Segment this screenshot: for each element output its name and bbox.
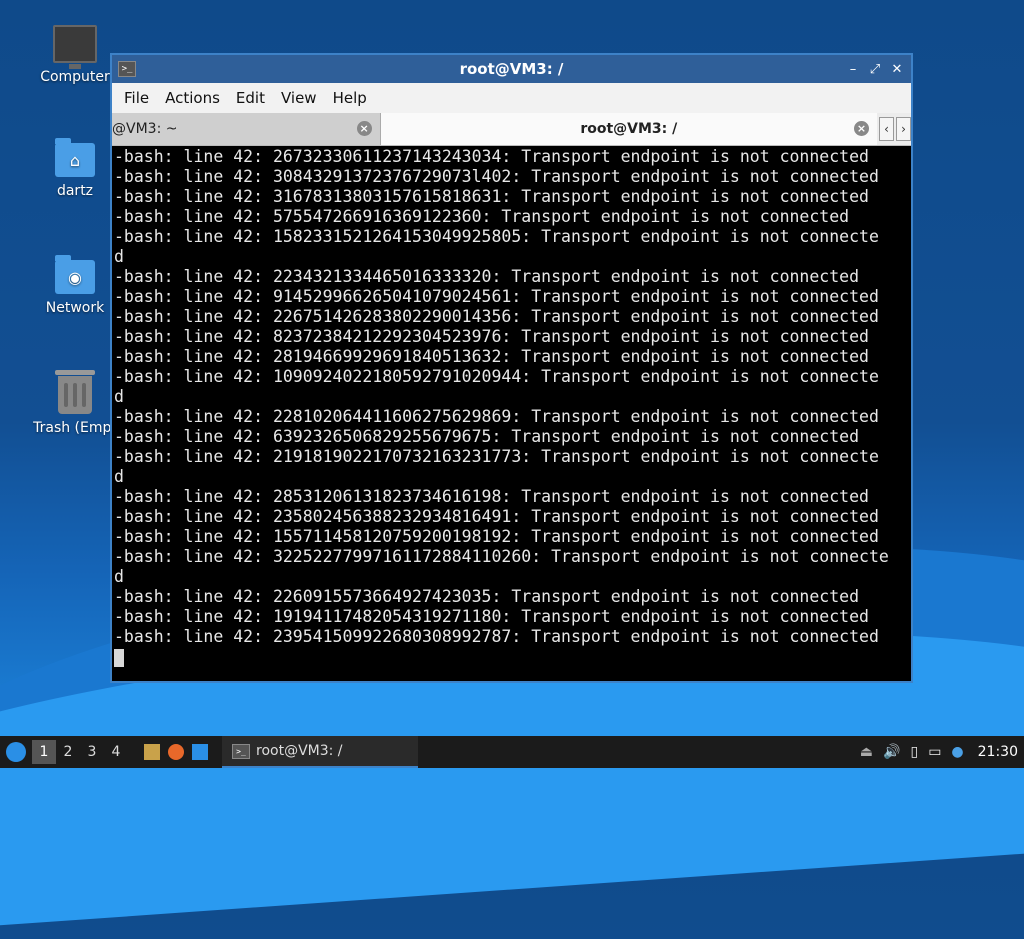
workspace-1[interactable]: 1 <box>32 740 56 764</box>
network-icon[interactable]: ▭ <box>928 744 941 760</box>
menu-help[interactable]: Help <box>325 89 375 107</box>
menu-edit[interactable]: Edit <box>228 89 273 107</box>
terminal-line: -bash: line 42: 22609155736649274230​35:… <box>114 587 860 606</box>
tab-home[interactable]: @VM3: ~ × <box>112 113 380 145</box>
terminal-line: -bash: line 42: 109092402218059279102094… <box>114 367 879 386</box>
terminal-line: -bash: line 42: 15571145812075920019819​… <box>114 527 879 546</box>
terminal-line: -bash: line 42: 82372384212292304523976:… <box>114 327 869 346</box>
terminal-line: d <box>114 387 124 406</box>
volume-icon[interactable]: 🔊 <box>883 744 900 760</box>
computer-icon <box>53 25 97 69</box>
terminal-line: -bash: line 42: 22675142628380229001435​… <box>114 307 879 326</box>
menu-actions[interactable]: Actions <box>157 89 228 107</box>
terminal-line: -bash: line 42: 19194117482054319271180:… <box>114 607 869 626</box>
task-label: root@VM3: / <box>256 743 343 759</box>
terminal-line: -bash: line 42: 6392326506829255679675: … <box>114 427 860 446</box>
file-manager-icon[interactable] <box>144 744 160 760</box>
workspace-4[interactable]: 4 <box>104 744 128 760</box>
terminal-line: -bash: line 42: 219181902217073216323177… <box>114 447 879 466</box>
tab-label: @VM3: ~ <box>112 121 178 137</box>
minimize-icon[interactable]: – <box>845 62 861 77</box>
taskbar: 1 2 3 4 >_ root@VM3: / ⏏ 🔊 ▯ ▭ ● 21:30 <box>0 736 1024 768</box>
tab-close-icon[interactable]: × <box>854 121 869 136</box>
trash-icon <box>55 370 95 414</box>
terminal-line: -bash: line 42: 23954150992268030899278​… <box>114 627 879 646</box>
clipboard-icon[interactable]: ▯ <box>910 744 918 760</box>
tab-scroll-right-icon[interactable]: › <box>896 117 911 141</box>
terminal-line: -bash: line 42: 26732330611237143243034:… <box>114 147 869 166</box>
terminal-line: -bash: line 42: 322522779971611728841102… <box>114 547 889 566</box>
close-icon[interactable]: ✕ <box>889 62 905 77</box>
update-icon[interactable]: ● <box>951 744 963 760</box>
tab-root[interactable]: root@VM3: / × <box>379 113 877 145</box>
eject-icon[interactable]: ⏏ <box>860 744 873 760</box>
terminal-line: -bash: line 42: 28194669929691840513632:… <box>114 347 869 366</box>
terminal-line: -bash: line 42: 30843291372376729073l402… <box>114 167 879 186</box>
terminal-prompt-line[interactable] <box>114 647 911 667</box>
app-menu-icon <box>6 742 26 762</box>
menu-file[interactable]: File <box>116 89 157 107</box>
clock[interactable]: 21:30 <box>978 744 1018 760</box>
terminal-line: -bash: line 42: 22810206441160627562986​… <box>114 407 879 426</box>
menubar: File Actions Edit View Help <box>112 83 911 113</box>
workspace-3[interactable]: 3 <box>80 744 104 760</box>
home-folder-icon: ⌂ <box>55 138 95 177</box>
terminal-output[interactable]: -bash: line 42: 26732330611237143243034:… <box>114 147 911 681</box>
terminal-app-icon[interactable]: >_ <box>118 61 136 77</box>
maximize-icon[interactable]: ⤢ <box>867 62 883 77</box>
tab-close-icon[interactable]: × <box>356 121 372 136</box>
terminal-line: -bash: line 42: 31678313803157615818631:… <box>114 187 869 206</box>
terminal-app-icon: >_ <box>232 743 250 759</box>
start-menu-button[interactable] <box>0 736 32 768</box>
terminal-line: d <box>114 247 124 266</box>
tab-label: root@VM3: / <box>580 121 678 137</box>
firefox-icon[interactable] <box>168 744 184 760</box>
tab-scroll-left-icon[interactable]: ‹ <box>879 117 894 141</box>
terminal-line: -bash: line 42: 23580245638823293481649​… <box>114 507 879 526</box>
menu-view[interactable]: View <box>273 89 325 107</box>
terminal-line: -bash: line 42: 91452996626504107902456​… <box>114 287 879 306</box>
terminal-line: d <box>114 467 124 486</box>
terminal-line: -bash: line 42: 28531206131823734616198:… <box>114 487 869 506</box>
terminal-cursor <box>114 648 124 667</box>
terminal-line: d <box>114 567 124 586</box>
network-folder-icon: ◉ <box>55 255 95 294</box>
system-tray: ⏏ 🔊 ▯ ▭ ● 21:30 <box>860 744 1024 760</box>
terminal-line: -bash: line 42: 5755472669163691223​60: … <box>114 207 850 226</box>
workspace-2[interactable]: 2 <box>56 744 80 760</box>
window-title: root@VM3: / <box>459 60 564 78</box>
tab-bar: @VM3: ~ × root@VM3: / × ‹ › <box>112 113 911 146</box>
terminal-line: -bash: line 42: 158233152126415304992580… <box>114 227 879 246</box>
desktop-icon[interactable] <box>192 744 208 760</box>
window-titlebar[interactable]: >_ root@VM3: / – ⤢ ✕ <box>112 55 911 83</box>
taskbar-task-terminal[interactable]: >_ root@VM3: / <box>222 736 418 768</box>
terminal-line: -bash: line 42: 22343213344650163333​20:… <box>114 267 860 286</box>
terminal-window: >_ root@VM3: / – ⤢ ✕ File Actions Edit V… <box>110 53 913 683</box>
